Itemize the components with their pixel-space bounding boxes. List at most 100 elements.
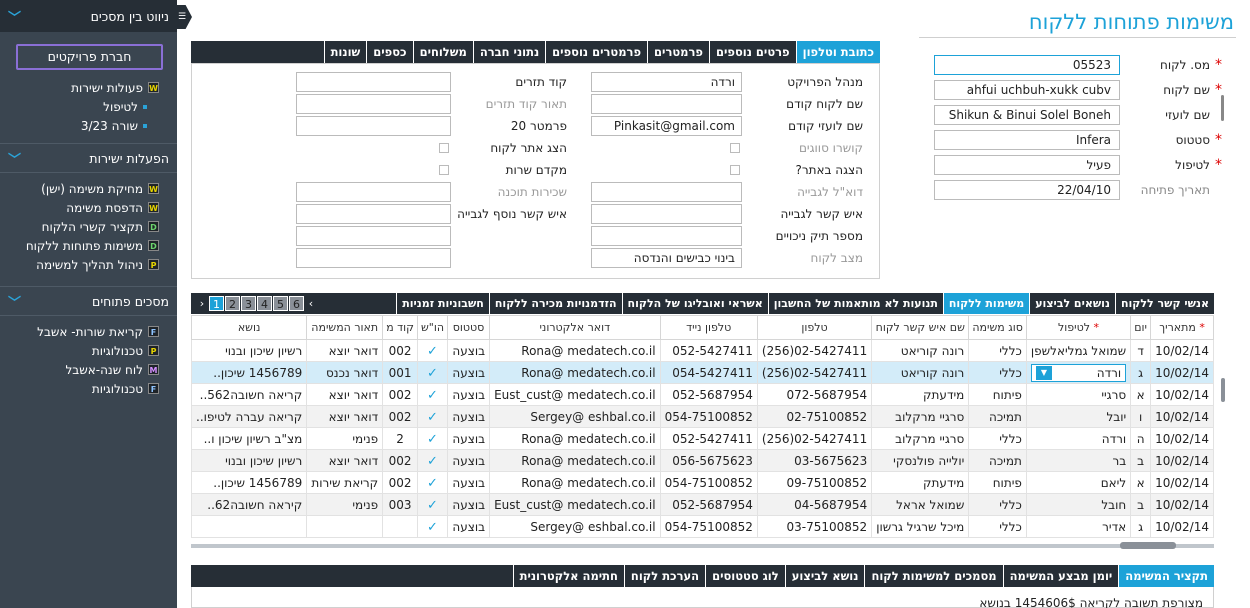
table-row[interactable]: 10/02/14 ג ורדה ▼ כללי רונה קוריאט 02-5427411(… [190,361,1214,384]
form-input[interactable] [296,248,451,268]
table-cell[interactable]: ✓ [416,515,449,538]
form-input[interactable] [296,182,451,202]
form-input[interactable] [296,204,451,224]
horizontal-scrollbar[interactable] [191,544,1214,548]
chevron-down-icon[interactable]: ﹀ [8,149,21,168]
pager-page-button[interactable]: 2 [225,296,240,311]
assignee-dropdown[interactable]: ורדה ▼ [1030,363,1127,382]
pager-prev-button[interactable]: › [196,297,208,310]
table-cell[interactable]: ✓ [416,493,449,516]
navigation-header[interactable]: ניווט בין מסכים ﹀ [0,0,177,32]
column-header[interactable]: תאור המשימה [306,315,384,340]
direct-actions-header[interactable]: הפעלות ישירות ﹀ [0,143,177,173]
tab-task-detail[interactable]: תקציר המשימה [1118,565,1214,587]
tab-grid[interactable]: נושאים לביצוע [1029,293,1115,314]
project-button[interactable]: חברת פרויקטים [16,44,163,70]
open-screens-header[interactable]: מסכים פתוחים ﹀ [0,286,177,316]
nav-item[interactable]: F טכנולוגיות [0,379,177,398]
column-header[interactable]: סטטוס [447,315,491,340]
tab-task-detail[interactable]: לוג סטטוסים [705,565,785,587]
checkbox-checked-icon[interactable]: ✓ [426,455,438,468]
nav-item[interactable]: P ניהול תהליך למשימה [0,255,177,274]
tab-task-detail[interactable]: נושא לביצוע [784,565,865,587]
form-input[interactable] [591,226,742,246]
tab-customer-detail[interactable]: פרמטרים [647,41,709,63]
nav-tree-item[interactable]: W פעולות ישירות [0,78,177,97]
tab-grid[interactable]: אשראי ואובליגו של הלקוח [621,293,768,314]
nav-item[interactable]: F קריאת שורות- אשבל [0,322,177,341]
form-checkbox[interactable] [439,143,449,153]
pager-page-button[interactable]: 5 [273,296,288,311]
nav-item[interactable]: M לוח שנה-אשבל [0,360,177,379]
nav-item[interactable]: W הדפסת משימה [0,198,177,217]
table-row[interactable]: 10/02/14 א סרגיי פיתוח מידעתק 072-5687954 052-… [190,383,1214,406]
form-input[interactable] [296,72,451,92]
tab-grid[interactable]: אנשי קשר ללקוח [1114,293,1214,314]
tab-customer-detail[interactable]: נתוני חברה [472,41,545,63]
tab-customer-detail[interactable]: שונות [323,41,367,63]
customer-field-input[interactable]: Shikun & Binui Solel Boneh [934,105,1120,125]
chevron-down-icon[interactable]: ﹀ [8,7,21,26]
column-header[interactable]: שם איש קשר לקוח [871,315,970,340]
pager-page-button[interactable]: 6 [289,296,304,311]
customer-field-input[interactable]: 22/04/10 [934,180,1120,200]
pager-page-button[interactable]: 4 [257,296,272,311]
form-checkbox[interactable] [439,165,449,175]
column-header[interactable]: טלפון [756,315,873,340]
tab-grid[interactable]: משימות ללקוח [942,293,1030,314]
table-cell[interactable]: ✓ [416,471,449,494]
hamburger-icon[interactable]: ☰ [176,5,192,29]
checkbox-checked-icon[interactable]: ✓ [426,345,438,358]
tab-grid[interactable]: תנועות לא מותאמות של החשבון [767,293,943,314]
tab-grid[interactable]: הזדמנויות מכירה ללקוח [488,293,622,314]
column-header[interactable]: נושא [190,315,308,340]
tab-task-detail[interactable]: יומן מבצע המשימה [1002,565,1119,587]
column-header[interactable]: טלפון נייד [659,315,758,340]
table-row[interactable]: 10/02/14 ג אדיר כללי מיכל שרגיל גרשון 03-7510… [190,515,1214,538]
customer-field-input[interactable]: 05523 [934,55,1120,75]
form-input[interactable]: בינוי כבישים והנדסה [591,248,742,268]
column-header[interactable]: דואר אלקטרוני [489,315,661,340]
pager-next-button[interactable]: ‹ [305,297,317,310]
customer-fields-scrollbar[interactable] [1221,95,1224,121]
tab-customer-detail[interactable]: פרטים נוספים [708,41,796,63]
chevron-down-icon[interactable]: ▼ [1035,365,1052,380]
form-input[interactable] [591,182,742,202]
checkbox-checked-icon[interactable]: ✓ [426,477,438,490]
tab-task-detail[interactable]: חתימה אלקטרונית [512,565,624,587]
tab-grid[interactable]: חשבוניות זמניות [396,293,489,314]
nav-item[interactable]: P טכנולוגיות [0,341,177,360]
nav-item[interactable]: D משימות פתוחות ללקוח [0,236,177,255]
table-cell[interactable]: ✓ [416,361,449,384]
table-cell[interactable]: ✓ [416,427,449,450]
tab-customer-detail[interactable]: כתובת וטלפון [795,41,880,63]
form-input[interactable] [296,116,451,136]
vertical-scroll-thumb[interactable] [1221,378,1225,402]
tab-task-detail[interactable]: מסמכים למשימות לקוח [864,565,1002,587]
pager-page-button[interactable]: 1 [209,296,224,311]
form-input[interactable] [591,94,742,114]
form-checkbox[interactable] [730,165,740,175]
table-row[interactable]: 10/02/14 ב חובל כללי שמואל אראל 04-5687954 052… [190,493,1214,516]
table-cell[interactable]: ✓ [416,383,449,406]
table-row[interactable]: 10/02/14 א ליאם פיתוח מידעתק 09-75100852 054-7… [190,471,1214,494]
form-input[interactable] [591,204,742,224]
checkbox-checked-icon[interactable]: ✓ [426,521,438,534]
table-cell[interactable]: ✓ [416,405,449,428]
horizontal-scroll-thumb[interactable] [1120,542,1176,549]
table-cell[interactable]: ✓ [416,449,449,472]
table-row[interactable]: 10/02/14 ד שמואל גמליאלשפן כללי רונה קוריאט 0… [190,339,1214,362]
customer-field-input[interactable]: Infera [934,130,1120,150]
chevron-down-icon[interactable]: ﹀ [8,292,21,311]
checkbox-checked-icon[interactable]: ✓ [426,367,438,380]
customer-field-input[interactable]: ahfui uchbuh-xukk cubv [934,80,1120,100]
tab-customer-detail[interactable]: כספים [366,41,412,63]
table-row[interactable]: 10/02/14 ו יובל תמיכה סרגיי מרקלוב 02-7510085… [190,405,1214,428]
checkbox-checked-icon[interactable]: ✓ [426,411,438,424]
nav-item[interactable]: D תקציר קשרי הלקוח [0,217,177,236]
tab-customer-detail[interactable]: משלוחים [412,41,473,63]
column-header[interactable]: קוד מ [382,315,418,340]
nav-tree-item[interactable]: שורה 3/23 [0,116,177,135]
pager-page-button[interactable]: 3 [241,296,256,311]
form-input[interactable]: Pinkasit@gmail.com [591,116,742,136]
